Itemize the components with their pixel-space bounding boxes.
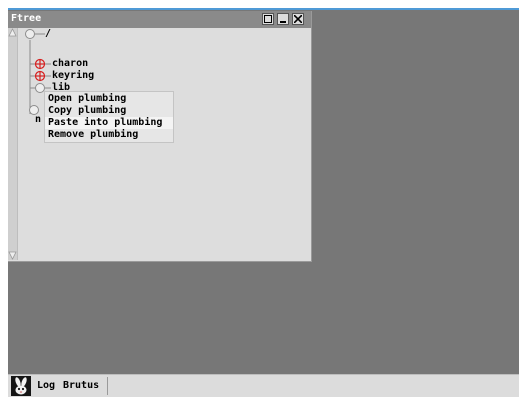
taskbar: Log Brutus <box>8 374 519 397</box>
tree-row-keyring[interactable]: keyring <box>34 70 114 82</box>
branch-line-icon <box>45 63 51 65</box>
bunny-icon <box>15 377 27 395</box>
close-icon <box>294 15 302 23</box>
tree-label: keyring <box>52 70 95 81</box>
scroll-up-arrow-icon[interactable] <box>8 28 17 37</box>
tree-label: charon <box>52 58 89 69</box>
menu-item-paste-into-plumbing[interactable]: Paste into plumbing <box>45 117 173 129</box>
taskbar-log-button[interactable]: Log <box>34 377 58 395</box>
tree-label-partial: n <box>35 114 42 125</box>
tree-label-root: / <box>45 28 52 39</box>
top-accent-line <box>8 8 519 10</box>
taskbar-brutus-button[interactable]: Brutus <box>60 377 108 395</box>
menu-item-remove-plumbing[interactable]: Remove plumbing <box>45 129 173 141</box>
file-tree: / charon keyring lib n <box>18 28 308 260</box>
close-button[interactable] <box>292 13 304 25</box>
ftree-window: Ftree / charon keyring lib n Open plumbi… <box>8 11 312 262</box>
menu-item-open-plumbing[interactable]: Open plumbing <box>45 93 173 105</box>
tree-row-charon[interactable]: charon <box>34 58 114 70</box>
context-menu: Open plumbing Copy plumbing Paste into p… <box>44 91 174 143</box>
vertical-scrollbar[interactable] <box>8 28 18 260</box>
maximize-button[interactable] <box>262 13 274 25</box>
glenda-logo-icon[interactable] <box>11 376 31 396</box>
window-title: Ftree <box>11 13 42 24</box>
branch-line-icon <box>35 33 45 35</box>
tree-row-root[interactable]: / <box>19 28 79 40</box>
screen: Ftree / charon keyring lib n Open plumbi… <box>0 0 519 397</box>
branch-line-icon <box>45 75 51 77</box>
minimize-button[interactable] <box>277 13 289 25</box>
window-titlebar[interactable]: Ftree <box>8 11 311 28</box>
scroll-down-arrow-icon[interactable] <box>8 251 17 260</box>
menu-item-copy-plumbing[interactable]: Copy plumbing <box>45 105 173 117</box>
